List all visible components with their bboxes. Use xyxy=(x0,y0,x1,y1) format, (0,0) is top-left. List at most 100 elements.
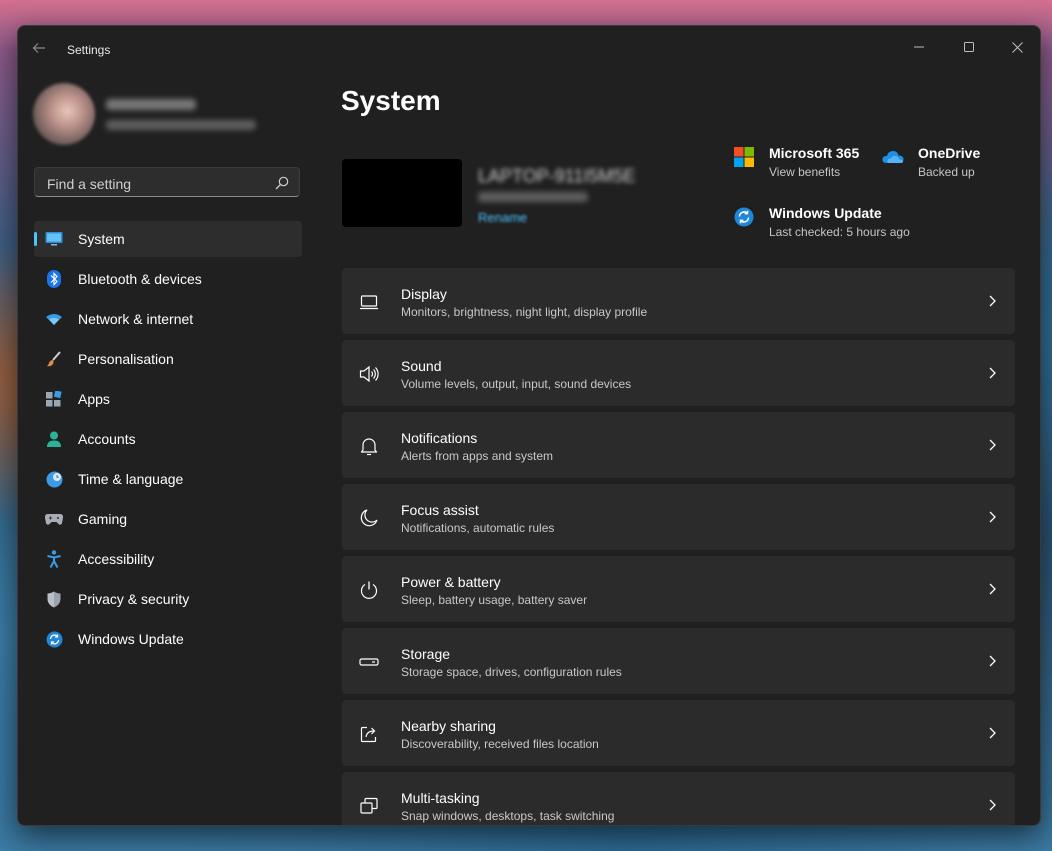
bluetooth-icon xyxy=(45,270,63,288)
quick-link-onedrive[interactable]: OneDrive Backed up xyxy=(882,144,980,179)
sidebar-item-accounts[interactable]: Accounts xyxy=(34,421,302,457)
card-subtitle: Notifications, automatic rules xyxy=(401,521,555,535)
quick-link-subtitle: Backed up xyxy=(918,165,975,179)
sidebar-item-label: Apps xyxy=(78,391,110,407)
avatar[interactable] xyxy=(33,83,95,145)
display-icon xyxy=(359,292,379,312)
settings-window: Settings System Bluetooth & de xyxy=(17,25,1041,826)
chevron-right-icon xyxy=(985,438,999,452)
sidebar-item-bluetooth[interactable]: Bluetooth & devices xyxy=(34,261,302,297)
quick-link-subtitle: Last checked: 5 hours ago xyxy=(769,225,910,239)
profile-email-redacted xyxy=(106,120,256,130)
sidebar-item-personalisation[interactable]: Personalisation xyxy=(34,341,302,377)
card-display[interactable]: Display Monitors, brightness, night ligh… xyxy=(342,268,1015,334)
card-title: Display xyxy=(401,286,447,302)
quick-link-title: OneDrive xyxy=(918,145,981,161)
sidebar-item-accessibility[interactable]: Accessibility xyxy=(34,541,302,577)
quick-link-subtitle: View benefits xyxy=(769,165,841,179)
accessibility-icon xyxy=(45,550,63,568)
chevron-right-icon xyxy=(985,510,999,524)
close-button[interactable] xyxy=(994,32,1040,62)
card-title: Nearby sharing xyxy=(401,718,496,734)
chevron-right-icon xyxy=(985,798,999,812)
card-title: Focus assist xyxy=(401,502,479,518)
card-notifications[interactable]: Notifications Alerts from apps and syste… xyxy=(342,412,1015,478)
brush-icon xyxy=(45,350,63,368)
card-subtitle: Sleep, battery usage, battery saver xyxy=(401,593,588,607)
card-subtitle: Snap windows, desktops, task switching xyxy=(401,809,615,823)
card-multi-tasking[interactable]: Multi-tasking Snap windows, desktops, ta… xyxy=(342,772,1015,825)
sidebar-item-label: Personalisation xyxy=(78,351,174,367)
sidebar-item-apps[interactable]: Apps xyxy=(34,381,302,417)
bell-icon xyxy=(359,436,379,456)
chevron-right-icon xyxy=(985,294,999,308)
sidebar-item-label: Accounts xyxy=(78,431,136,447)
maximize-button[interactable] xyxy=(946,32,992,62)
speaker-icon xyxy=(359,364,379,384)
share-icon xyxy=(359,724,379,744)
card-title: Power & battery xyxy=(401,574,501,590)
sidebar-item-label: Privacy & security xyxy=(78,591,190,607)
minimize-icon xyxy=(914,46,924,48)
card-subtitle: Storage space, drives, configuration rul… xyxy=(401,665,622,679)
card-title: Multi-tasking xyxy=(401,790,480,806)
minimize-button[interactable] xyxy=(896,32,942,62)
quick-link-windows-update[interactable]: Windows Update Last checked: 5 hours ago xyxy=(733,204,910,239)
settings-card-list: Display Monitors, brightness, night ligh… xyxy=(342,268,1015,825)
card-title: Storage xyxy=(401,646,451,662)
sidebar-item-privacy-security[interactable]: Privacy & security xyxy=(34,581,302,617)
chevron-right-icon xyxy=(985,654,999,668)
back-arrow-icon xyxy=(32,43,45,53)
chevron-right-icon xyxy=(985,366,999,380)
card-focus-assist[interactable]: Focus assist Notifications, automatic ru… xyxy=(342,484,1015,550)
card-title: Sound xyxy=(401,358,442,374)
device-name: LAPTOP-911I5M5E xyxy=(478,166,636,186)
sidebar-item-label: Gaming xyxy=(78,511,128,527)
quick-link-title: Microsoft 365 xyxy=(769,145,860,161)
rename-link[interactable]: Rename xyxy=(478,210,527,225)
sidebar-item-label: System xyxy=(78,231,125,247)
cloud-icon xyxy=(882,146,904,168)
sidebar-item-system[interactable]: System xyxy=(34,221,302,257)
card-subtitle: Monitors, brightness, night light, displ… xyxy=(401,305,648,319)
quick-link-microsoft-365[interactable]: Microsoft 365 View benefits xyxy=(733,144,859,179)
sidebar-item-label: Bluetooth & devices xyxy=(78,271,202,287)
multitask-icon xyxy=(359,796,379,816)
sidebar-item-label: Windows Update xyxy=(78,631,184,647)
card-subtitle: Discoverability, received files location xyxy=(401,737,599,751)
apps-icon xyxy=(45,390,63,408)
card-power-battery[interactable]: Power & battery Sleep, battery usage, ba… xyxy=(342,556,1015,622)
maximize-icon xyxy=(964,42,974,52)
card-title: Notifications xyxy=(401,430,478,446)
sidebar-item-label: Time & language xyxy=(78,471,184,487)
moon-icon xyxy=(359,508,379,528)
app-title: Settings xyxy=(67,43,111,57)
power-icon xyxy=(359,580,379,600)
wifi-icon xyxy=(45,310,63,328)
update-icon xyxy=(45,630,63,648)
card-subtitle: Volume levels, output, input, sound devi… xyxy=(401,377,632,391)
title-bar: Settings xyxy=(18,26,1040,72)
search-box[interactable] xyxy=(34,167,300,197)
search-input[interactable] xyxy=(45,174,269,194)
sidebar-item-time-language[interactable]: Time & language xyxy=(34,461,302,497)
shield-icon xyxy=(45,590,63,608)
card-storage[interactable]: Storage Storage space, drives, configura… xyxy=(342,628,1015,694)
system-icon xyxy=(45,230,63,248)
back-button[interactable] xyxy=(31,40,51,60)
gamepad-icon xyxy=(45,510,63,528)
sidebar-item-network[interactable]: Network & internet xyxy=(34,301,302,337)
chevron-right-icon xyxy=(985,726,999,740)
microsoft-logo-icon xyxy=(733,146,755,168)
storage-icon xyxy=(359,652,379,672)
card-subtitle: Alerts from apps and system xyxy=(401,449,554,463)
sidebar-item-windows-update[interactable]: Windows Update xyxy=(34,621,302,657)
sidebar-item-label: Accessibility xyxy=(78,551,155,567)
card-sound[interactable]: Sound Volume levels, output, input, soun… xyxy=(342,340,1015,406)
card-nearby-sharing[interactable]: Nearby sharing Discoverability, received… xyxy=(342,700,1015,766)
sidebar-item-gaming[interactable]: Gaming xyxy=(34,501,302,537)
person-icon xyxy=(45,430,63,448)
search-icon[interactable] xyxy=(275,176,289,190)
page-title: System xyxy=(341,85,441,116)
chevron-right-icon xyxy=(985,582,999,596)
